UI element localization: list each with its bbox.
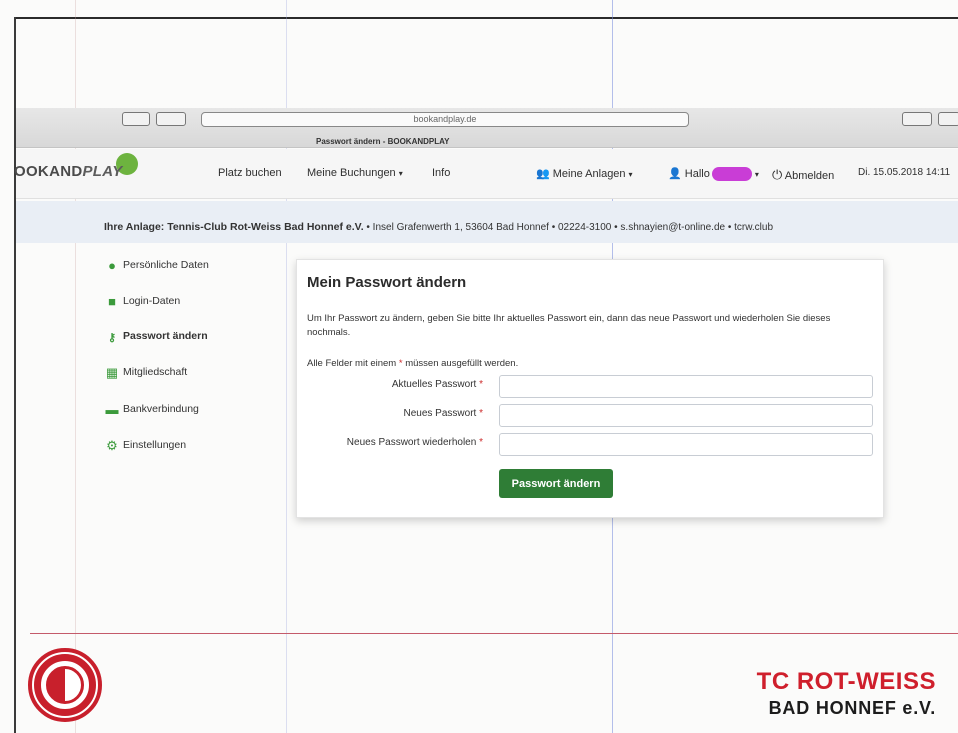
sidebar-item-label: Bankverbindung — [123, 403, 199, 415]
nav-logout[interactable]: ⏻ Abmelden — [772, 167, 834, 183]
current-password-input[interactable] — [499, 375, 873, 398]
required-note-suffix: müssen ausgefüllt werden. — [405, 358, 519, 369]
required-asterisk: * — [479, 437, 483, 448]
nav-my-bookings[interactable]: Meine Buchungen ▾ — [307, 167, 403, 179]
user-circle-icon: ● — [108, 258, 116, 273]
url-bar[interactable]: bookandplay.de — [201, 112, 689, 127]
logo[interactable]: OOKANDPLAY — [14, 163, 123, 180]
field-label-text: Neues Passwort wiederholen — [346, 437, 477, 448]
nav-user-menu[interactable]: 👤 Hallo ▾ — [668, 167, 759, 182]
top-navbar: OOKANDPLAY Platz buchen Meine Buchungen ▾… — [14, 149, 958, 199]
change-password-button[interactable]: Passwort ändern — [499, 469, 613, 498]
users-icon: 👥 — [536, 168, 550, 180]
nav-info[interactable]: Info — [432, 167, 450, 179]
nav-my-bookings-label: Meine Buchungen — [307, 167, 396, 179]
new-password-input[interactable] — [499, 404, 873, 427]
chevron-down-icon: ▾ — [628, 170, 633, 179]
sidebar-item-membership[interactable]: ▦ Mitgliedschaft — [105, 366, 187, 380]
gear-icon: ⚙ — [106, 438, 118, 453]
required-note-prefix: Alle Felder mit einem — [307, 358, 397, 369]
browser-chrome: bookandplay.de Passwort ändern - BOOKAND… — [16, 108, 958, 148]
chevron-down-icon: ▾ — [754, 170, 759, 179]
logo-text-play: PLAY — [82, 163, 123, 180]
nav-hello-label: Hallo — [684, 168, 710, 180]
key-icon: ⚷ — [107, 332, 117, 344]
facility-details[interactable]: • Insel Grafenwerth 1, 53604 Bad Honnef … — [366, 222, 773, 233]
sidebar-item-change-password[interactable]: ⚷ Passwort ändern — [105, 330, 208, 345]
nav-my-facilities-label: Meine Anlagen — [552, 168, 626, 180]
repeat-password-label: Neues Passwort wiederholen * — [347, 437, 483, 448]
tabs-button[interactable] — [938, 112, 958, 126]
nav-my-facilities[interactable]: 👥 Meine Anlagen ▾ — [536, 167, 633, 180]
facility-text: Ihre Anlage: Tennis-Club Rot-Weiss Bad H… — [104, 221, 773, 233]
building-icon: ▦ — [105, 365, 119, 380]
power-icon: ⏻ — [772, 167, 783, 182]
current-password-label: Aktuelles Passwort * — [392, 379, 483, 390]
sidebar-item-label: Passwort ändern — [123, 330, 208, 342]
sidebar-item-label: Mitgliedschaft — [123, 366, 188, 378]
share-button[interactable] — [902, 112, 932, 126]
field-label-text: Aktuelles Passwort — [391, 379, 477, 390]
lock-icon: ■ — [108, 294, 116, 309]
seal-center — [46, 666, 84, 704]
required-asterisk: * — [479, 379, 483, 390]
club-name: TC ROT-WEISS — [756, 668, 936, 695]
page-title: Mein Passwort ändern — [307, 274, 467, 291]
repeat-password-input[interactable] — [499, 433, 873, 456]
logo-text: OOKAND — [14, 163, 83, 180]
sidebar-item-personal-data[interactable]: ● Persönliche Daten — [105, 259, 209, 273]
required-note: Alle Felder mit einem * müssen ausgefüll… — [307, 358, 518, 369]
user-icon: 👤 — [668, 168, 682, 180]
datetime: Di. 15.05.2018 14:11 — [858, 167, 951, 178]
club-seal-logo — [28, 648, 102, 722]
club-location: BAD HONNEF e.V. — [768, 698, 936, 718]
form-intro-text: Um Ihr Passwort zu ändern, geben Sie bit… — [307, 313, 831, 338]
footer-divider — [30, 633, 958, 634]
sidebar-item-settings[interactable]: ⚙ Einstellungen — [105, 439, 186, 453]
sidebar-item-label: Einstellungen — [123, 439, 187, 451]
sidebar-item-label: Login-Daten — [123, 295, 181, 307]
sidebar-item-login-data[interactable]: ■ Login-Daten — [105, 295, 180, 309]
required-asterisk: * — [479, 408, 483, 419]
redacted-username — [711, 167, 752, 182]
sidebar-toggle-button[interactable] — [156, 112, 186, 126]
back-button[interactable] — [122, 112, 150, 126]
required-asterisk: * — [398, 358, 403, 369]
facility-info-bar: Ihre Anlage: Tennis-Club Rot-Weiss Bad H… — [16, 201, 958, 243]
sidebar-item-bank-details[interactable]: ▬ Bankverbindung — [105, 403, 199, 417]
tab-title[interactable]: Passwort ändern - BOOKANDPLAY — [316, 137, 450, 146]
new-password-label: Neues Passwort * — [404, 408, 484, 419]
sidebar-item-label: Persönliche Daten — [123, 259, 209, 271]
field-label-text: Neues Passwort — [403, 408, 477, 419]
paper-edge — [14, 17, 958, 19]
change-password-card: Mein Passwort ändern Um Ihr Passwort zu … — [296, 259, 884, 518]
nav-book-court[interactable]: Platz buchen — [218, 167, 282, 179]
chevron-down-icon: ▾ — [398, 169, 403, 178]
facility-label: Ihre Anlage: Tennis-Club Rot-Weiss Bad H… — [104, 221, 364, 233]
nav-logout-label: Abmelden — [784, 170, 835, 182]
credit-card-icon: ▬ — [105, 402, 119, 417]
